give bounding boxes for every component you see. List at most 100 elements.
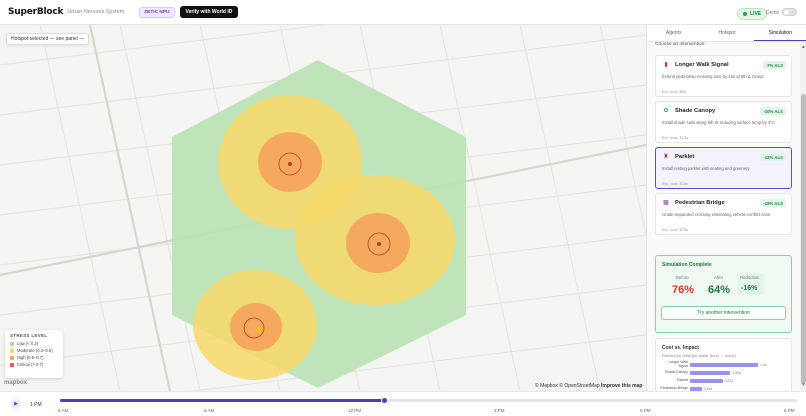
tick-6am: 6 AM bbox=[58, 408, 69, 413]
impact-badge: -7% ALS bbox=[762, 61, 786, 69]
card-longer-walk-signal[interactable]: ▮ Longer Walk Signal -7% ALS Extend pede… bbox=[655, 55, 792, 97]
demo-toggle[interactable] bbox=[782, 8, 797, 16]
bar bbox=[690, 362, 758, 367]
before-value: 76% bbox=[672, 284, 695, 296]
bridge-icon: ▩ bbox=[663, 200, 669, 206]
before-label: Before bbox=[676, 275, 689, 280]
bar-row: Parklet 0.67x bbox=[660, 377, 790, 384]
try-another-button[interactable]: Try another intervention bbox=[661, 306, 786, 320]
time-track-fill bbox=[60, 399, 385, 402]
bar-row: Pedestrian Bridge 0.24x bbox=[660, 385, 790, 391]
card-title: Longer Walk Signal bbox=[675, 62, 729, 68]
card-title: Pedestrian Bridge bbox=[675, 200, 725, 206]
time-slider-bar: ▶ 1 PM 6 AM 9 AM 12 PM 3 PM 6 PM 9 PM bbox=[0, 391, 806, 416]
tick-6pm: 6 PM bbox=[640, 408, 651, 413]
scroll-down-icon[interactable]: ▼ bbox=[801, 382, 806, 388]
stress-legend: STRESS LEVEL Low (< 0.3) Moderate (0.3–0… bbox=[5, 330, 63, 378]
card-description: Install shade sails along 5th St reducin… bbox=[662, 120, 775, 125]
legend-title: STRESS LEVEL bbox=[10, 333, 48, 338]
card-pedestrian-bridge[interactable]: ▩ Pedestrian Bridge -18% ALS Grade-separ… bbox=[655, 193, 792, 235]
card-description: Extend pedestrian crossing time by 15s a… bbox=[662, 74, 764, 79]
stress-zone-c bbox=[193, 270, 317, 380]
bar-row: Shade Canopy 0.83x bbox=[660, 369, 790, 376]
impact-badge: -12% ALS bbox=[760, 153, 786, 161]
map-canvas bbox=[0, 25, 646, 391]
bar-label: Pedestrian Bridge bbox=[660, 385, 688, 390]
canopy-icon: ✿ bbox=[663, 108, 669, 114]
card-title: Shade Canopy bbox=[675, 108, 716, 114]
play-icon[interactable]: ▶ bbox=[11, 399, 21, 409]
after-label: After bbox=[714, 275, 724, 280]
bar-value: 1.4x bbox=[760, 362, 767, 367]
bar bbox=[690, 386, 702, 391]
simulation-result: Simulation Complete Before 76% → After 6… bbox=[655, 255, 792, 333]
card-parklet[interactable]: ♜ Parklet -12% ALS Install resting parkl… bbox=[655, 147, 792, 189]
time-track[interactable] bbox=[60, 397, 797, 404]
card-shade-canopy[interactable]: ✿ Shade Canopy -10% ALS Install shade sa… bbox=[655, 101, 792, 143]
live-badge: LIVE bbox=[737, 8, 768, 20]
stress-map[interactable]: Hotspot selected — see panel — STRESS LE… bbox=[0, 25, 646, 391]
legend-item-critical: Critical (> 0.7) bbox=[10, 361, 58, 368]
bar-value: 0.83x bbox=[732, 370, 741, 375]
bar-label: Shade Canopy bbox=[664, 369, 688, 374]
card-title: Parklet bbox=[675, 154, 695, 160]
reduction-label: Reduction bbox=[740, 275, 760, 280]
cost-impact-chart: Cost vs. Impact Ranked by relief per dol… bbox=[655, 338, 792, 391]
bar-value: 0.24x bbox=[703, 386, 713, 391]
bar-label: Longer Walk Signal bbox=[668, 359, 688, 368]
brand-name: SuperBlock bbox=[8, 7, 64, 17]
bar bbox=[690, 378, 723, 383]
improve-map-link[interactable]: Improve this map bbox=[601, 383, 642, 389]
bar-value: 0.67x bbox=[724, 378, 734, 383]
card-cost: Est. cost: $5k bbox=[662, 89, 687, 94]
bar-label: Parklet bbox=[677, 377, 688, 382]
legend-item-moderate: Moderate (0.3–0.5) bbox=[10, 347, 58, 354]
simulation-title: Simulation Complete bbox=[662, 262, 712, 268]
time-thumb[interactable] bbox=[380, 397, 388, 404]
tab-hotspot[interactable]: Hotspot bbox=[700, 25, 753, 41]
hotspot-tooltip: Hotspot selected — see panel — bbox=[6, 33, 90, 45]
side-panel: Agents Hotspot Simulation Choose an inte… bbox=[646, 25, 806, 391]
mapbox-logo[interactable]: mapbox bbox=[4, 380, 27, 386]
scroll-up-icon[interactable]: ▲ bbox=[801, 44, 806, 50]
after-value: 64% bbox=[708, 284, 731, 296]
card-cost: Est. cost: $12k bbox=[662, 135, 689, 140]
legend-item-low: Low (< 0.3) bbox=[10, 340, 58, 347]
impact-badge: -10% ALS bbox=[760, 107, 786, 115]
panel-tabs: Agents Hotspot Simulation bbox=[647, 25, 806, 42]
brand-subtitle: Urban Nervous System bbox=[67, 9, 125, 15]
tab-agents[interactable]: Agents bbox=[647, 25, 700, 41]
demo-label: Demo bbox=[766, 10, 780, 16]
bar-row: Longer Walk Signal 1.4x bbox=[660, 359, 790, 368]
panel-scrollbar[interactable] bbox=[800, 42, 806, 391]
parklet-icon: ♜ bbox=[663, 154, 669, 160]
cost-chart-title: Cost vs. Impact bbox=[662, 345, 699, 351]
attribution-text[interactable]: © Mapbox © OpenStreetMap bbox=[535, 383, 600, 389]
tick-3pm: 3 PM bbox=[494, 408, 505, 413]
card-cost: Est. cost: $18k bbox=[662, 181, 689, 186]
live-dot-icon bbox=[743, 11, 747, 16]
legend-item-high: High (0.5–0.7) bbox=[10, 354, 58, 361]
card-description: Grade-separated crossing eliminating veh… bbox=[662, 212, 771, 217]
choose-label: Choose an intervention: bbox=[655, 42, 706, 47]
current-time: 1 PM bbox=[30, 402, 42, 408]
card-description: Install resting parklet with seating and… bbox=[662, 166, 750, 171]
bar bbox=[690, 370, 731, 375]
impact-badge: -18% ALS bbox=[760, 199, 786, 207]
verify-world-id-button[interactable]: Verify with World ID bbox=[179, 6, 239, 18]
reduction-value: -16% bbox=[741, 285, 758, 292]
walk-signal-icon: ▮ bbox=[664, 62, 668, 68]
card-cost: Est. cost: $75k bbox=[662, 227, 689, 232]
tick-9am: 9 AM bbox=[204, 408, 215, 413]
scroll-thumb[interactable] bbox=[801, 94, 806, 384]
map-attribution: © Mapbox © OpenStreetMap Improve this ma… bbox=[535, 383, 642, 389]
top-bar: SuperBlock Urban Nervous System ZETIC NP… bbox=[0, 0, 806, 25]
tab-simulation[interactable]: Simulation bbox=[753, 25, 806, 41]
cost-chart-subtitle: Ranked by relief per dollar (best → wors… bbox=[662, 353, 736, 358]
tick-12pm: 12 PM bbox=[348, 408, 362, 413]
npu-chip[interactable]: ZETIC NPU bbox=[139, 6, 175, 18]
stress-zone-b bbox=[295, 175, 455, 305]
panel-scroll-area: Choose an intervention: ▮ Longer Walk Si… bbox=[647, 42, 801, 391]
live-label: LIVE bbox=[750, 11, 762, 17]
tick-9pm: 9 PM bbox=[784, 408, 795, 413]
